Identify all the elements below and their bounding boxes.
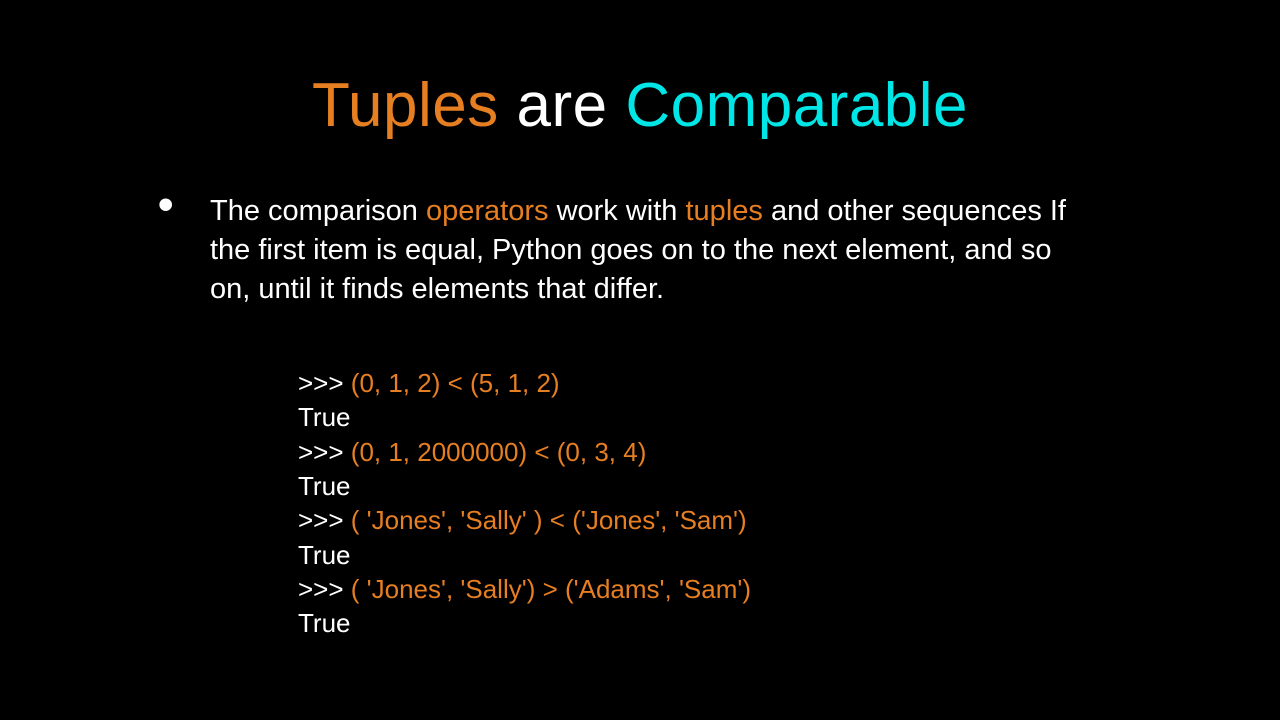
code-line-1: >>> (0, 1, 2) < (5, 1, 2) <box>298 366 751 400</box>
title-word-are: are <box>499 71 626 140</box>
code-expr-1: (0, 1, 2) < (5, 1, 2) <box>351 368 560 398</box>
prompt: >>> <box>298 505 351 535</box>
code-expr-4: ( 'Jones', 'Sally') > ('Adams', 'Sam') <box>351 574 751 604</box>
code-expr-2: (0, 1, 2000000) < (0, 3, 4) <box>351 437 647 467</box>
slide-title: Tuples are Comparable <box>0 70 1280 141</box>
para-operators: operators <box>426 195 549 227</box>
para-tuples: tuples <box>686 195 763 227</box>
para-text-1: The comparison <box>210 195 426 227</box>
slide: Tuples are Comparable • The comparison o… <box>0 0 1280 720</box>
code-block: >>> (0, 1, 2) < (5, 1, 2) True >>> (0, 1… <box>298 366 751 641</box>
para-text-2: work with <box>549 195 686 227</box>
code-line-3: >>> ( 'Jones', 'Sally' ) < ('Jones', 'Sa… <box>298 503 751 537</box>
code-result-4: True <box>298 606 751 640</box>
title-word-comparable: Comparable <box>625 71 968 140</box>
body-paragraph: The comparison operators work with tuple… <box>210 192 1090 309</box>
title-word-tuples: Tuples <box>312 71 499 140</box>
code-result-1: True <box>298 400 751 434</box>
code-result-3: True <box>298 538 751 572</box>
code-result-2: True <box>298 469 751 503</box>
prompt: >>> <box>298 574 351 604</box>
code-expr-3: ( 'Jones', 'Sally' ) < ('Jones', 'Sam') <box>351 505 747 535</box>
bullet-icon: • <box>158 180 173 230</box>
prompt: >>> <box>298 368 351 398</box>
code-line-2: >>> (0, 1, 2000000) < (0, 3, 4) <box>298 435 751 469</box>
prompt: >>> <box>298 437 351 467</box>
code-line-4: >>> ( 'Jones', 'Sally') > ('Adams', 'Sam… <box>298 572 751 606</box>
